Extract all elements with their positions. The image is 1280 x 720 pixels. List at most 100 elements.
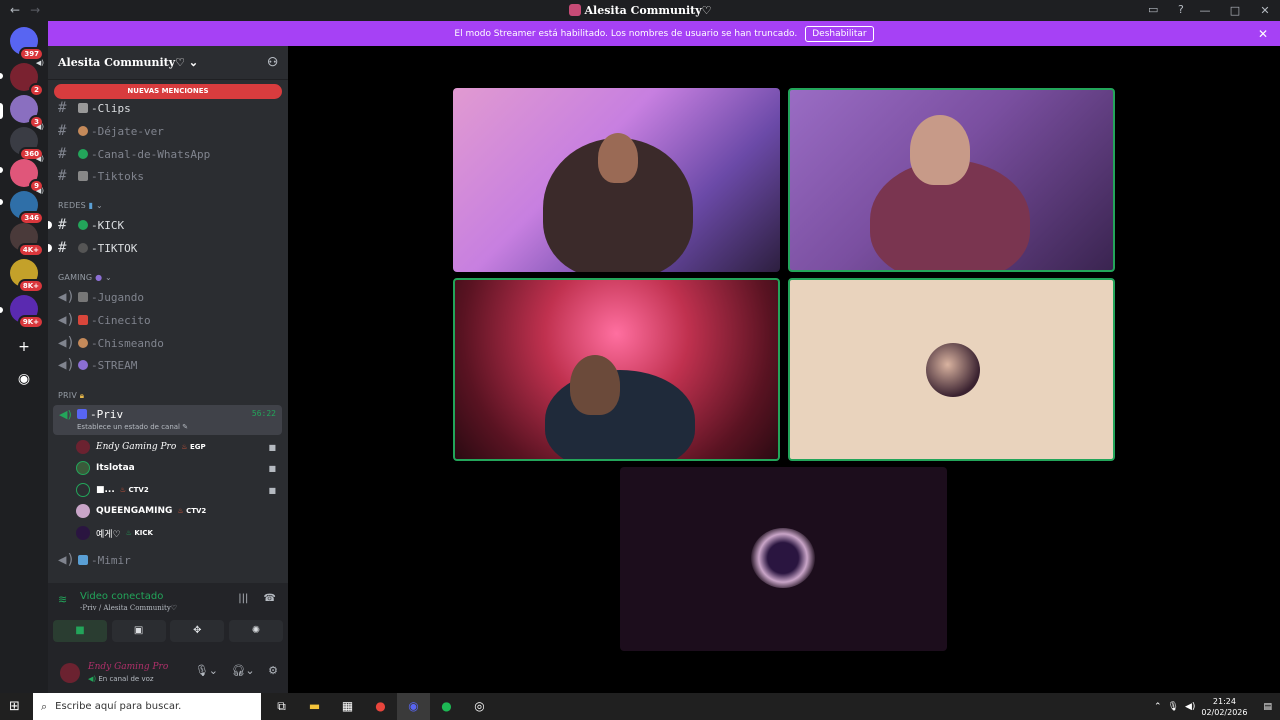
chrome-icon[interactable]: ● xyxy=(364,693,397,720)
soundboard-button[interactable]: ✺ xyxy=(228,620,283,642)
windows-taskbar: ⊞ ⌕ Escribe aquí para buscar. ⧉ ▬ ▦ ● ◉ … xyxy=(0,693,1280,720)
close-icon[interactable]: ✕ xyxy=(1258,27,1268,41)
microphone-icon[interactable]: 🎙︎⌄ xyxy=(195,664,218,677)
channel-label: -Déjate-ver xyxy=(91,124,164,138)
chevron-up-icon[interactable]: ⌃ xyxy=(1154,702,1162,712)
microphone-icon[interactable]: 🎙︎ xyxy=(1168,702,1179,712)
file-explorer-icon[interactable]: ▬ xyxy=(298,693,331,720)
task-view-icon[interactable]: ⧉ xyxy=(265,693,298,720)
video-tile[interactable] xyxy=(620,467,947,651)
inbox-icon[interactable]: ▭ xyxy=(1148,3,1158,16)
maximize-icon[interactable]: □ xyxy=(1220,0,1250,21)
disconnect-icon[interactable]: ☎ xyxy=(264,593,276,604)
voice-location[interactable]: -Priv / Alesita Community♡ xyxy=(80,604,177,612)
green-heart-icon xyxy=(78,149,88,159)
server-icon[interactable]: ◀) 360 xyxy=(10,123,44,161)
explore-icon[interactable]: ◉ xyxy=(15,370,33,388)
channel-kick[interactable]: # -KICK xyxy=(48,216,124,234)
channel-label: -Clips xyxy=(91,101,131,115)
volume-icon[interactable]: ◀) xyxy=(1185,702,1195,712)
obs-icon[interactable]: ◎ xyxy=(463,693,496,720)
store-icon[interactable]: ▦ xyxy=(331,693,364,720)
spotify-icon[interactable]: ● xyxy=(430,693,463,720)
add-server-icon[interactable]: + xyxy=(15,338,33,356)
participant-video xyxy=(545,370,695,459)
voice-user[interactable]: Itslotaa ■ xyxy=(76,459,282,477)
server-folder[interactable]: 9K+ xyxy=(10,295,44,329)
voice-user[interactable]: QUEENGAMING ♨ CTV2 xyxy=(76,502,282,520)
channel-label: -Mimir xyxy=(91,553,131,567)
discord-icon[interactable]: ◉ xyxy=(397,693,430,720)
participant-avatar xyxy=(926,343,980,397)
voice-channel-stream[interactable]: ◀) -STREAM xyxy=(58,356,137,374)
channel-status[interactable]: Establece un estado de canal ✎ xyxy=(77,423,188,431)
voice-channel-jugando[interactable]: ◀) -Jugando xyxy=(58,288,144,306)
windows-start-icon[interactable]: ⊞ xyxy=(9,699,20,714)
close-window-icon[interactable]: ✕ xyxy=(1250,0,1280,21)
help-icon[interactable]: ? xyxy=(1178,3,1184,16)
channel-canal-de-whatsapp[interactable]: # -Canal-de-WhatsApp xyxy=(58,145,210,163)
text-channel-icon: # xyxy=(58,217,67,233)
lock-icon: 🔒︎ xyxy=(79,391,85,400)
category-redes[interactable]: REDES ▮ ⌄ xyxy=(58,201,103,210)
channel-clips[interactable]: # -Clips xyxy=(58,99,131,117)
user-panel: Endy Gaming Pro ◀) En canal de voz 🎙︎⌄ 🎧… xyxy=(48,651,288,693)
camera-button[interactable]: ■ xyxy=(53,620,107,642)
screen-share-button[interactable]: ▣ xyxy=(111,620,166,642)
voice-channel-priv[interactable]: ◀) -Priv Establece un estado de canal ✎ … xyxy=(53,405,282,435)
disable-streamer-button[interactable]: Deshabilitar xyxy=(805,25,874,42)
channel-dejate-ver[interactable]: # -Déjate-ver xyxy=(58,122,164,140)
gear-icon[interactable]: ⚙ xyxy=(268,664,278,677)
invite-people-icon[interactable]: ⚇ xyxy=(267,55,278,69)
clock[interactable]: 21:24 02/02/2026 xyxy=(1201,696,1247,718)
guild-header[interactable]: Alesita Community♡ ⌄ ⚇ xyxy=(48,46,288,80)
alien-icon xyxy=(78,360,88,370)
server-folder[interactable]: 4K+ xyxy=(10,223,44,257)
taskbar-search[interactable]: ⌕ Escribe aquí para buscar. xyxy=(33,693,261,720)
voice-buttons: ■ ▣ ✥ ✺ xyxy=(53,620,283,642)
avatar[interactable] xyxy=(60,663,80,683)
minimize-icon[interactable]: — xyxy=(1190,0,1220,21)
activities-button[interactable]: ✥ xyxy=(170,620,225,642)
avatar xyxy=(76,526,90,540)
user-tag: ♨ EGP xyxy=(181,443,206,451)
monkey-icon xyxy=(78,126,88,136)
tiktok-icon xyxy=(78,171,88,181)
video-tile[interactable] xyxy=(788,278,1115,461)
voice-user[interactable]: 예게♡ ♨ KICK xyxy=(76,524,282,542)
video-tile[interactable] xyxy=(453,88,780,272)
speaker-icon: ◀) xyxy=(88,675,97,683)
signal-icon[interactable]: ≋ xyxy=(58,593,67,606)
voice-user[interactable]: ■... ♨ CTV2 ■ xyxy=(76,481,282,499)
channel-label: -Tiktoks xyxy=(91,169,144,183)
voice-user[interactable]: Endy Gaming Pro ♨ EGP ■ xyxy=(76,438,282,456)
headphones-icon[interactable]: 🎧︎⌄ xyxy=(231,664,254,677)
voice-channel-mimir[interactable]: ◀) -Mimir xyxy=(58,551,131,569)
category-gaming[interactable]: GAMING ● ⌄ xyxy=(58,273,112,282)
channel-tiktok[interactable]: # -TIKTOK xyxy=(48,239,138,257)
server-icon[interactable]: ◀) 346 xyxy=(10,187,44,225)
channel-tiktoks[interactable]: # -Tiktoks xyxy=(58,167,144,185)
notifications-icon[interactable]: ▤ xyxy=(1263,702,1272,712)
direct-messages-button[interactable]: 397 xyxy=(10,27,44,61)
monkey-icon xyxy=(78,338,88,348)
category-priv[interactable]: PRIV 🔒︎ xyxy=(58,391,84,401)
noise-suppression-icon[interactable]: ||| xyxy=(238,593,248,604)
voice-user-name: 예게♡ xyxy=(96,529,121,540)
pencil-icon: ✎ xyxy=(182,423,189,431)
channel-label: -Priv xyxy=(77,408,123,421)
voice-channel-cinecito[interactable]: ◀) -Cinecito xyxy=(58,311,151,329)
mention-badge: 4K+ xyxy=(17,243,44,257)
user-tag: ♨ CTV2 xyxy=(177,507,207,515)
call-timer: 56:22 xyxy=(251,409,276,418)
server-folder[interactable]: 8K+ xyxy=(10,259,44,293)
channel-label: -TIKTOK xyxy=(91,241,138,255)
speaker-channel-icon: ◀) xyxy=(58,552,75,568)
server-icon[interactable]: ◀) 9 xyxy=(10,155,44,193)
video-tile[interactable] xyxy=(453,278,780,461)
video-tile[interactable] xyxy=(788,88,1115,272)
server-icon[interactable]: ◀) 2 xyxy=(10,59,44,97)
new-mentions-pill[interactable]: NUEVAS MENCIONES xyxy=(54,84,282,99)
server-icon[interactable]: 3 xyxy=(10,95,44,129)
voice-channel-chismeando[interactable]: ◀) -Chismeando xyxy=(58,334,164,352)
